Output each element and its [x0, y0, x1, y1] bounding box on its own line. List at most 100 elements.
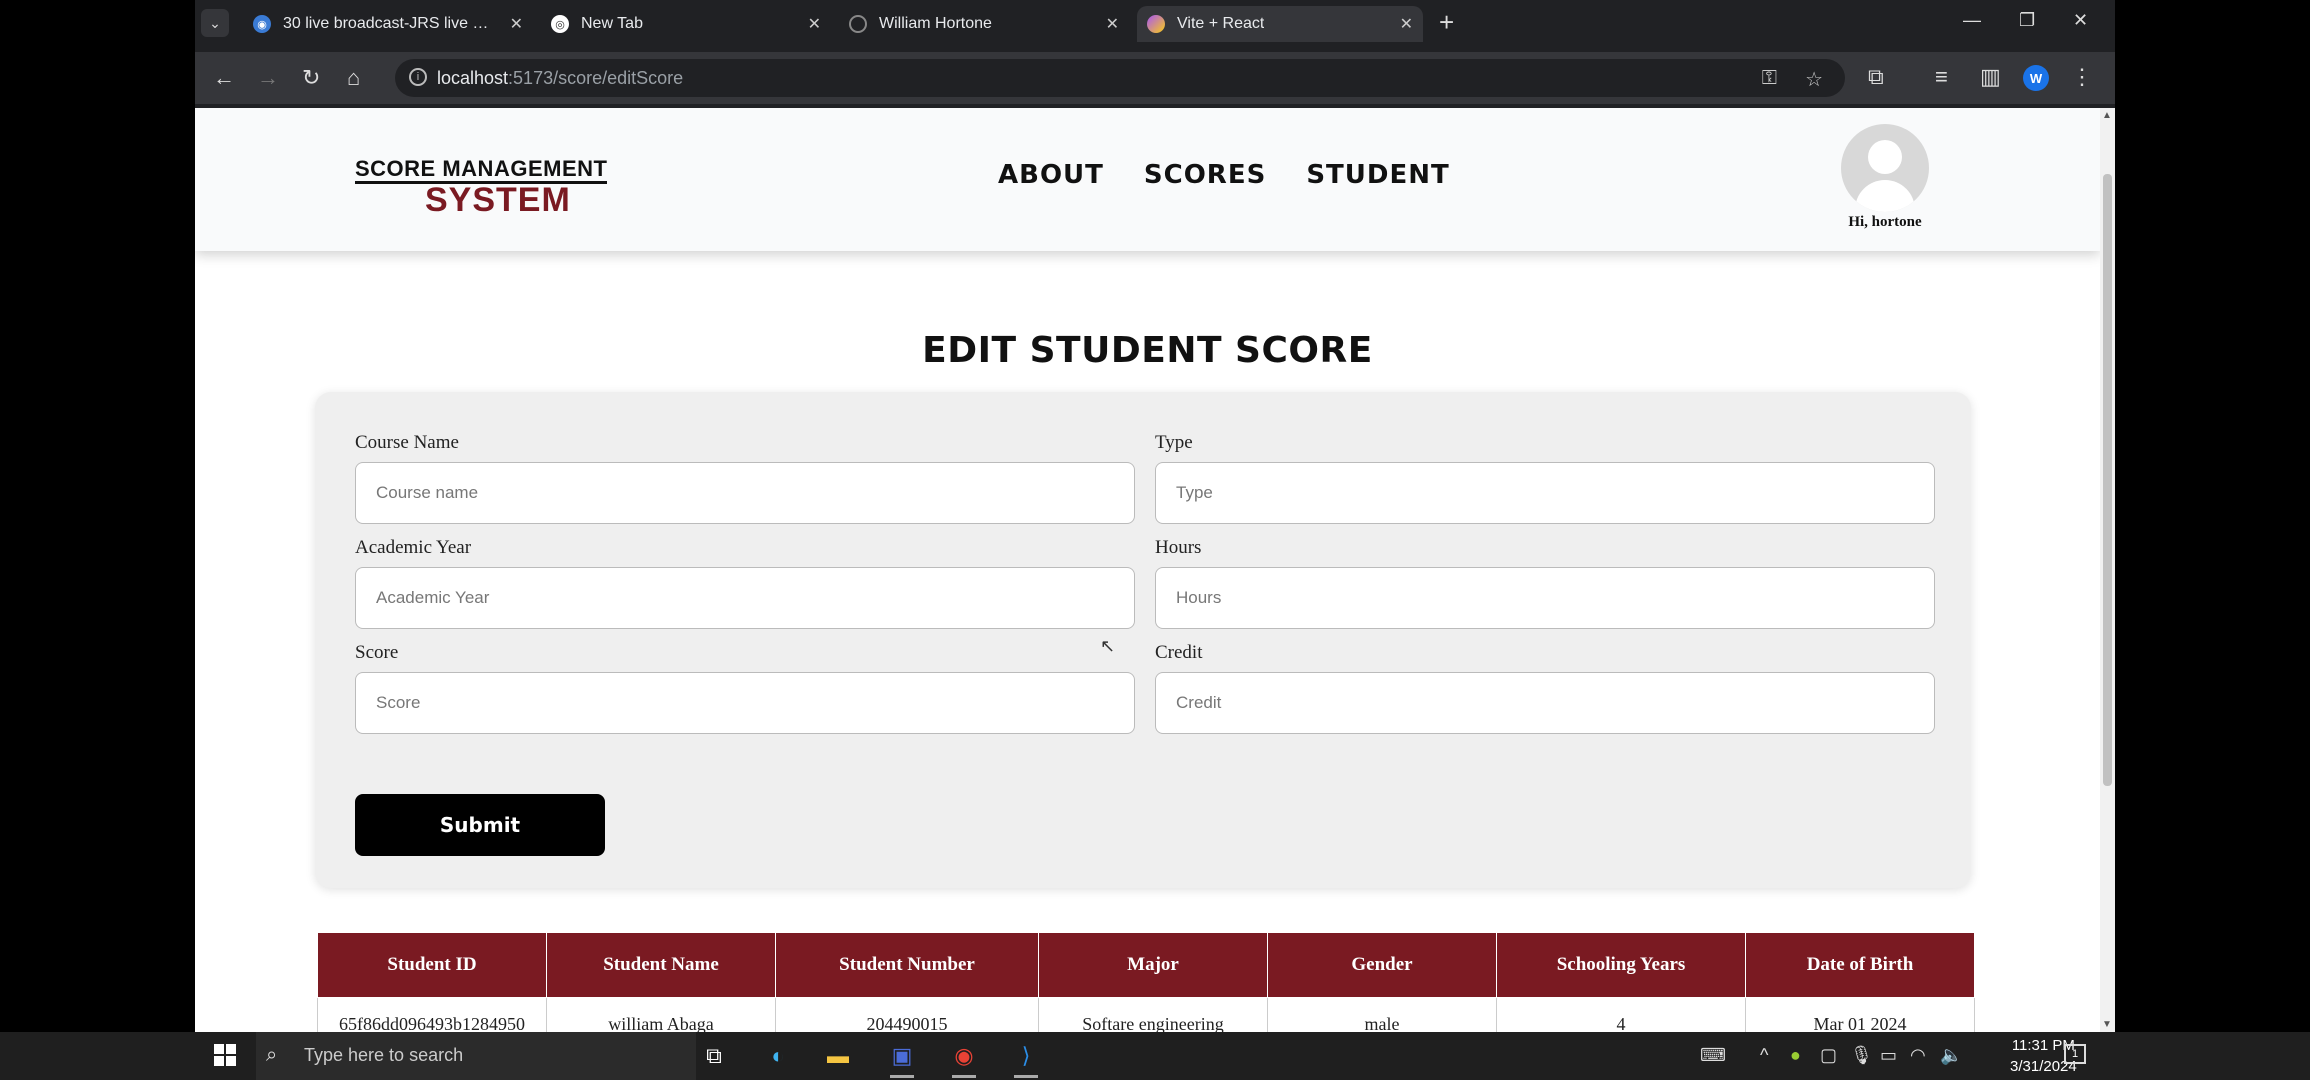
page-title: EDIT STUDENT SCORE [922, 330, 1373, 371]
type-label: Type [1155, 432, 1193, 453]
nav-student[interactable]: STUDENT [1306, 160, 1449, 190]
tab-title: William Hortone [879, 15, 992, 32]
browser-window: ⌄ ◉ 30 live broadcast-JRS live broad ✕ ◎… [195, 0, 2115, 1032]
close-window-button[interactable]: ✕ [2073, 10, 2088, 31]
hours-input[interactable] [1155, 567, 1935, 629]
url-text: localhost:5173/score/editScore [437, 68, 684, 88]
windows-logo-tile [226, 1056, 236, 1066]
notification-icon[interactable]: 1 [2064, 1044, 2086, 1064]
col-gender: Gender [1267, 932, 1497, 998]
course-name-input[interactable] [355, 462, 1135, 524]
students-table: Student ID Student Name Student Number M… [317, 932, 1975, 1032]
more-menu-icon[interactable]: ⋮ [2071, 64, 2093, 90]
close-icon: ✕ [2073, 10, 2089, 30]
tab-title: 30 live broadcast-JRS live broad [283, 15, 493, 32]
close-icon[interactable]: ✕ [1400, 14, 1413, 34]
cell-schooling-years: 4 [1496, 997, 1746, 1032]
home-button[interactable]: ⌂ [347, 65, 360, 91]
star-icon[interactable]: ☆ [1805, 67, 1823, 92]
keyboard-icon[interactable]: ⌨ [1700, 1045, 1726, 1066]
chrome-icon[interactable]: ◉ [948, 1040, 980, 1078]
scrollbar-thumb[interactable] [2103, 174, 2112, 786]
taskbar-search-placeholder: Type here to search [304, 1045, 464, 1065]
notification-count: 1 [2071, 1048, 2079, 1060]
tab-3[interactable]: William Hortone ✕ [849, 6, 1129, 42]
close-icon[interactable]: ✕ [1106, 14, 1119, 34]
nav-scores[interactable]: SCORES [1144, 160, 1266, 190]
col-date-of-birth: Date of Birth [1745, 932, 1975, 998]
logo[interactable]: SCORE MANAGEMENT SYSTEM [355, 158, 608, 217]
forward-button[interactable]: → [257, 65, 279, 91]
tray-device-icon[interactable]: ▢ [1820, 1045, 1837, 1066]
chevron-up-icon[interactable]: ^ [1760, 1045, 1768, 1066]
plus-icon: + [1439, 7, 1455, 37]
tab-1[interactable]: ◉ 30 live broadcast-JRS live broad ✕ [253, 6, 533, 42]
file-explorer-icon[interactable]: ▬ [822, 1040, 854, 1072]
edit-score-form: Course Name Type Academic Year Hours Sco… [315, 392, 1971, 888]
close-icon[interactable]: ✕ [808, 14, 821, 34]
tab-title: Vite + React [1177, 15, 1265, 32]
new-tab-button[interactable]: + [1439, 9, 1454, 35]
browser-toolbar: ← → ↻ ⌂ i localhost:5173/score/editScore… [195, 52, 2115, 104]
reload-icon: ↻ [302, 65, 321, 90]
key-icon[interactable]: ⚿ [1762, 67, 1777, 90]
academic-year-input[interactable] [355, 567, 1135, 629]
scroll-down-icon[interactable]: ▼ [2102, 1019, 2112, 1030]
type-field: Type [1155, 432, 1935, 524]
main-nav: ABOUT SCORES STUDENT [998, 160, 1450, 190]
info-icon[interactable]: i [409, 68, 427, 86]
avatar[interactable] [1841, 124, 1929, 212]
microphone-icon[interactable]: 🎙 [1850, 1045, 1873, 1066]
reload-button[interactable]: ↻ [302, 65, 320, 91]
credit-field: Credit [1155, 642, 1935, 734]
page-scrollbar[interactable]: ▲ ▼ [2100, 108, 2115, 1032]
cell-student-name: william Abaga [546, 997, 776, 1032]
submit-button[interactable]: Submit [355, 794, 605, 856]
battery-icon[interactable]: ▭ [1880, 1045, 1897, 1066]
app-icon[interactable]: ▣ [886, 1040, 918, 1078]
score-field: Score [355, 642, 1135, 734]
volume-icon[interactable]: 🔈 [1940, 1045, 1962, 1066]
windows-logo-tile [214, 1056, 224, 1066]
taskbar-search[interactable]: ⌕ Type here to search [256, 1032, 696, 1080]
vite-icon [1147, 15, 1165, 33]
academic-year-label: Academic Year [355, 537, 472, 558]
close-icon[interactable]: ✕ [510, 14, 523, 34]
vscode-icon[interactable]: ⟩ [1010, 1040, 1042, 1078]
minimize-icon: — [1963, 10, 1981, 30]
network-icon[interactable]: ◠ [1910, 1045, 1926, 1066]
side-panel-icon[interactable]: ▥ [1980, 64, 2001, 90]
back-button[interactable]: ← [213, 65, 235, 91]
type-input[interactable] [1155, 462, 1935, 524]
tab-title: New Tab [581, 15, 643, 32]
windows-logo-tile [214, 1044, 224, 1054]
task-view-icon[interactable]: ⧉ [698, 1040, 730, 1072]
tab-strip: ⌄ ◉ 30 live broadcast-JRS live broad ✕ ◎… [195, 0, 2115, 48]
edge-icon[interactable]: ◐ [762, 1040, 794, 1072]
cell-gender: male [1267, 997, 1497, 1032]
tray-app-icon[interactable]: ● [1790, 1045, 1801, 1066]
tab-2[interactable]: ◎ New Tab ✕ [551, 6, 831, 42]
mouse-cursor-icon: ↖ [1100, 636, 1116, 656]
course-name-field: Course Name [355, 432, 1135, 524]
address-bar[interactable]: i localhost:5173/score/editScore ⚿ ☆ [395, 59, 1845, 97]
cell-student-number: 204490015 [775, 997, 1039, 1032]
hours-field: Hours [1155, 537, 1935, 629]
extensions-icon[interactable]: ⧉ [1868, 64, 1884, 90]
nav-about[interactable]: ABOUT [998, 160, 1104, 190]
credit-input[interactable] [1155, 672, 1935, 734]
windows-start-button[interactable] [214, 1044, 236, 1066]
user-menu[interactable]: Hi, hortone [1825, 124, 1945, 231]
hours-label: Hours [1155, 537, 1202, 558]
tab-search-button[interactable]: ⌄ [201, 9, 229, 37]
scroll-up-icon[interactable]: ▲ [2102, 110, 2112, 121]
tab-4[interactable]: Vite + React ✕ [1137, 6, 1423, 42]
media-controls-icon[interactable]: ≡ [1935, 64, 1948, 90]
loading-icon [849, 15, 867, 33]
restore-button[interactable]: ❐ [2019, 10, 2035, 31]
table-row[interactable]: 65f86dd096493b1284950 william Abaga 2044… [317, 997, 1975, 1032]
minimize-button[interactable]: — [1963, 10, 1981, 31]
profile-avatar[interactable]: W [2023, 65, 2049, 91]
score-input[interactable] [355, 672, 1135, 734]
col-major: Major [1038, 932, 1268, 998]
